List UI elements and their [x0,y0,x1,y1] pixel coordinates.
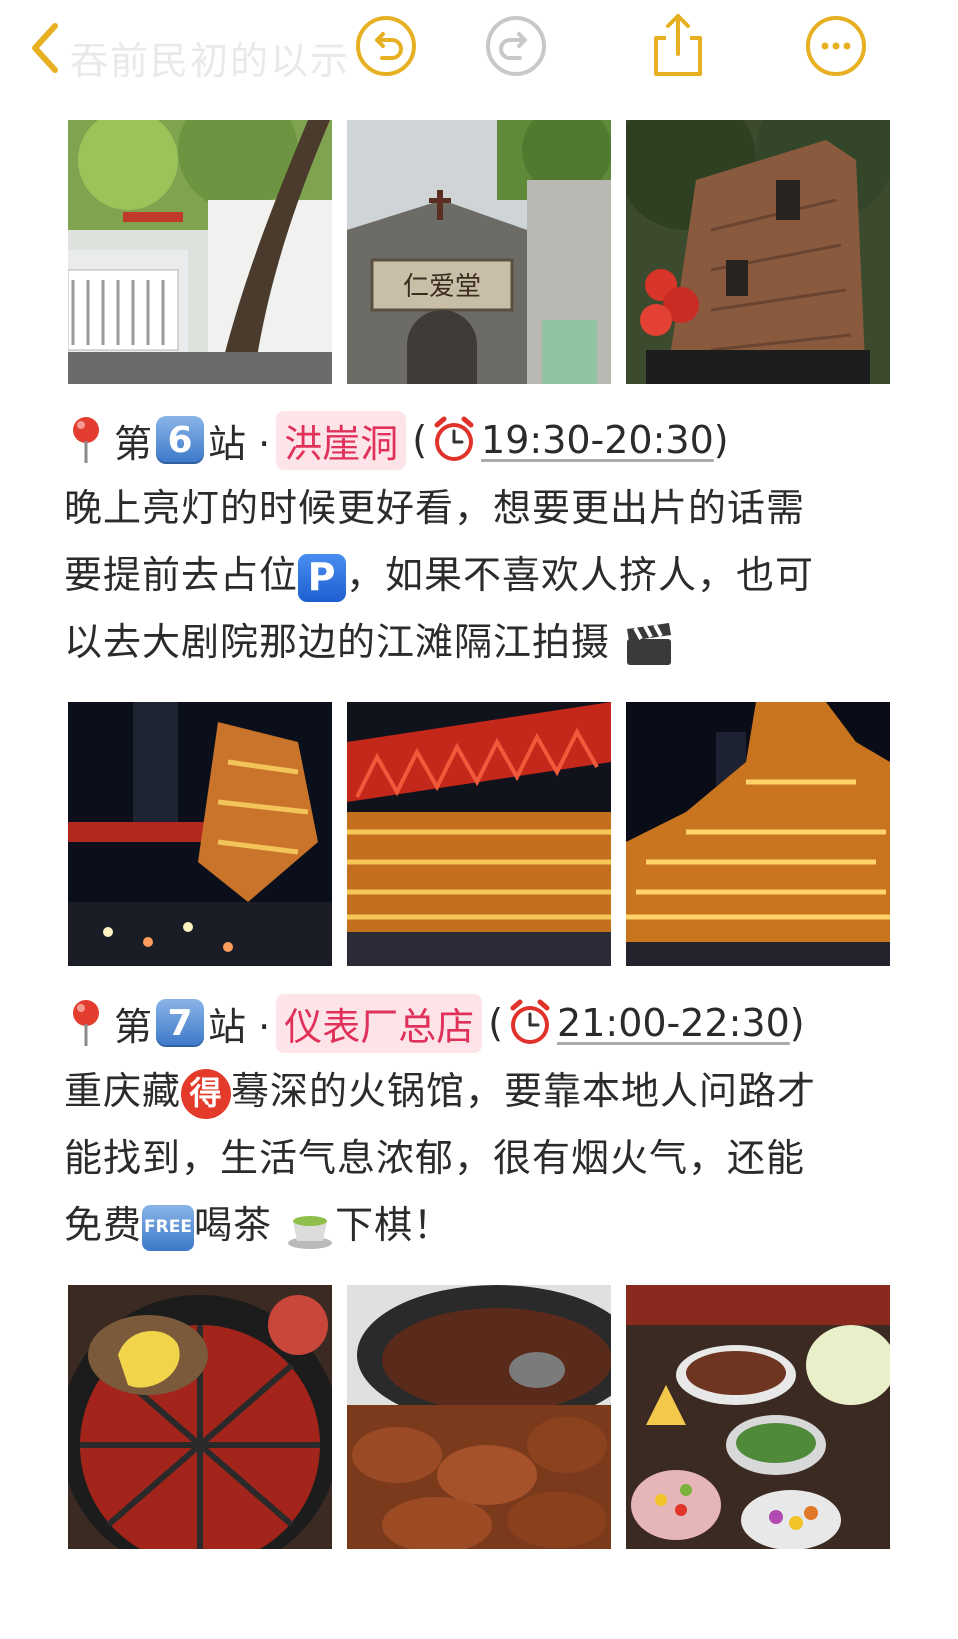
stop-7-description: 重庆藏得蓦深的火锅馆，要靠本地人问路才 能找到，生活气息浓郁，很有烟火气，还能 … [64,1058,854,1259]
notes-toolbar: 吞前民初的以示 [0,0,958,100]
paragraph-text: 免费 [64,1203,143,1247]
teacup-icon [288,1215,333,1249]
hongyadong-night-street-photo[interactable] [68,702,332,966]
alley-street-photo[interactable] [68,120,332,384]
paragraph-line: 以去大剧院那边的江滩隔江拍摄 [64,609,854,676]
paragraph-text: 喝茶 [194,1203,273,1247]
de-circle-icon: 得 [181,1068,232,1119]
braised-pork-trotters-photo[interactable] [347,1285,611,1549]
stop-time: 21:00-22:30 [557,1001,790,1045]
paragraph-line: 晚上亮灯的时候更好看，想要更出片的话需 [64,486,806,530]
more-options-icon[interactable] [804,14,868,78]
photo-row-3 [68,1285,890,1549]
alarm-clock-icon [510,999,550,1044]
stop-7-heading: 第 7 站 · 仪表厂总店 ( 21:00-22:30 ) [68,993,805,1053]
stop-6-heading: 第 6 站 · 洪崖洞 ( 19:30-20:30 ) [68,410,729,470]
paragraph-line: 要提前去占位 P ，如果不喜欢人挤人，也可 [64,542,854,609]
stop-suffix: 站 · [208,421,271,466]
alarm-clock-icon [434,416,474,461]
round-pushpin-icon [73,1000,99,1046]
keycap-seven-icon: 7 [156,999,205,1047]
paragraph-text: 要提前去占位 [64,553,299,597]
brick-building-photo[interactable] [626,120,890,384]
stop-time: 19:30-20:30 [481,418,714,462]
paragraph-text: 蓦深的火锅馆，要靠本地人问路才 [231,1069,817,1113]
parking-icon: P [298,553,347,602]
keycap-six-icon: 6 [156,416,205,464]
stop-prefix: 第 [114,421,153,466]
share-icon[interactable] [646,10,710,80]
undo-icon[interactable] [354,14,418,78]
hongyadong-lit-building-photo[interactable] [626,702,890,966]
paragraph-line: 能找到，生活气息浓郁，很有烟火气，还能 [64,1136,806,1180]
faded-note-title: 吞前民初的以示 [70,39,351,83]
back-chevron-icon[interactable] [18,18,72,78]
open-paren: ( [412,418,428,462]
church-sign-text: 仁爱堂 [403,272,481,302]
stop-prefix: 第 [114,1004,153,1049]
clapper-board-icon [627,622,672,665]
place-tag-hongyadong[interactable]: 洪崖洞 [276,410,407,470]
hotpot-tofu-skin-photo[interactable] [68,1285,332,1549]
close-paren: ) [789,1001,805,1045]
stop-suffix: 站 · [208,1004,271,1049]
church-renaitang-photo[interactable]: 仁爱堂 [347,120,611,384]
hongyadong-bridge-photo[interactable] [347,702,611,966]
paragraph-text: 下棋！ [335,1203,453,1247]
open-paren: ( [488,1001,504,1045]
photo-row-2 [68,702,890,966]
paragraph-text: 重庆藏 [64,1069,182,1113]
paragraph-text: ，如果不喜欢人挤人，也可 [346,553,815,597]
hotpot-dishes-photo[interactable] [626,1285,890,1549]
paragraph-line: 免费 FREE喝茶 下棋！ [64,1192,854,1259]
stop-6-description: 晚上亮灯的时候更好看，想要更出片的话需 要提前去占位 P ，如果不喜欢人挤人，也可 … [64,475,854,676]
round-pushpin-icon [73,417,99,463]
paragraph-line: 重庆藏得蓦深的火锅馆，要靠本地人问路才 [64,1058,854,1125]
place-tag-yibiaochang[interactable]: 仪表厂总店 [276,993,483,1053]
free-button-icon: FREE [142,1204,195,1251]
close-paren: ) [713,418,729,462]
photo-row-1: 仁爱堂 [68,120,890,384]
paragraph-text: 以去大剧院那边的江滩隔江拍摄 [64,620,611,664]
redo-icon[interactable] [484,14,548,78]
